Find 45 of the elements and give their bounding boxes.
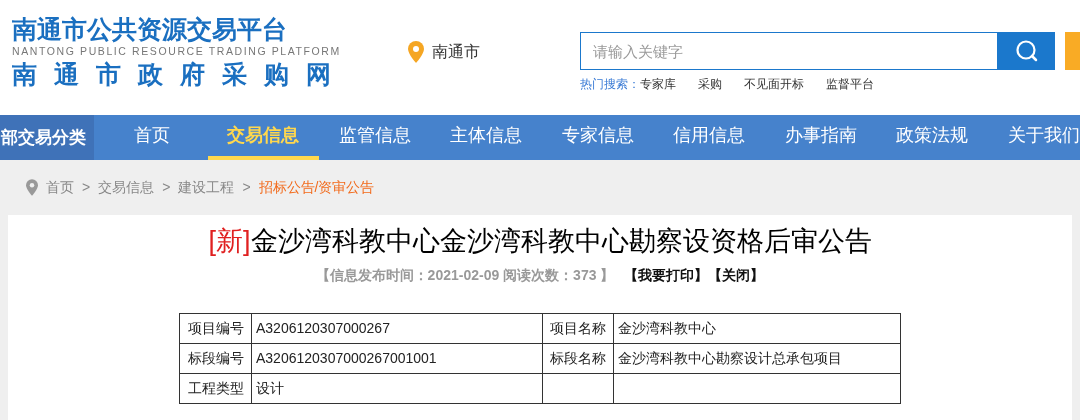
table-cell: A3206120307000267001001 (251, 343, 543, 374)
breadcrumb-link[interactable]: 建设工程 (178, 177, 235, 198)
hot-search-link[interactable]: 专家库 (640, 75, 676, 93)
hot-search-link[interactable]: 监督平台 (826, 75, 874, 93)
nav-tab[interactable]: 信用信息 (653, 115, 765, 160)
article-title: [新]金沙湾科教中心金沙湾科教中心勘察设资格后审公告 (208, 225, 872, 258)
table-cell: 项目编号 (179, 313, 252, 344)
table-cell: 金沙湾科教中心 (613, 313, 901, 344)
table-cell: 项目名称 (542, 313, 614, 344)
nav-tab[interactable]: 主体信息 (430, 115, 542, 160)
table-cell: 工程类型 (179, 373, 252, 404)
location-pin-icon (408, 41, 424, 63)
nav-tab[interactable]: 专家信息 (542, 115, 654, 160)
nav-tab[interactable]: 政策法规 (876, 115, 988, 160)
breadcrumb-separator: > (162, 178, 171, 197)
article-action-link[interactable]: 【我要打印】 (624, 265, 709, 286)
nav-tab[interactable]: 办事指南 (765, 115, 877, 160)
breadcrumb-separator: > (242, 178, 251, 197)
logo-subtitle: NANTONG PUBLIC RESOURCE TRADING PLATFORM (12, 44, 342, 58)
location-text: 南通市 (432, 42, 480, 62)
hot-search-link[interactable]: 采购 (698, 75, 722, 93)
search-icon (1014, 39, 1039, 63)
search-button[interactable] (998, 32, 1055, 70)
article-meta: 【信息发布时间：2021-02-09 阅读次数：373 】 (315, 266, 615, 285)
breadcrumb-link[interactable]: 交易信息 (98, 177, 155, 198)
breadcrumb-link[interactable]: 招标公告/资审公告 (258, 177, 375, 198)
category-menu[interactable]: 部交易分类 (0, 115, 94, 160)
search-field[interactable]: 请输入关键字 (580, 32, 998, 70)
table-cell (542, 373, 614, 404)
article-action-link[interactable]: 【关闭】 (708, 265, 765, 286)
hot-search-link[interactable]: 不见面开标 (744, 75, 804, 93)
nav-tab[interactable]: 监管信息 (319, 115, 431, 160)
table-cell: 标段编号 (179, 343, 252, 374)
location-pin-icon (26, 179, 38, 196)
breadcrumb-link[interactable]: 首页 (46, 177, 74, 198)
nav-tab[interactable]: 关于我们 (988, 115, 1080, 160)
logo-title: 南通市公共资源交易平台 (12, 14, 288, 44)
nav-tab[interactable]: 首页 (96, 115, 208, 160)
table-cell: A3206120307000267 (251, 313, 543, 344)
breadcrumb-separator: > (82, 178, 91, 197)
table-cell: 设计 (251, 373, 543, 404)
table-cell: 标段名称 (542, 343, 614, 374)
logo-title: 南通市政府采购网 (12, 59, 348, 90)
table-cell: 金沙湾科教中心勘察设计总承包项目 (613, 343, 901, 374)
hot-search-label: 热门搜索： (580, 76, 640, 93)
